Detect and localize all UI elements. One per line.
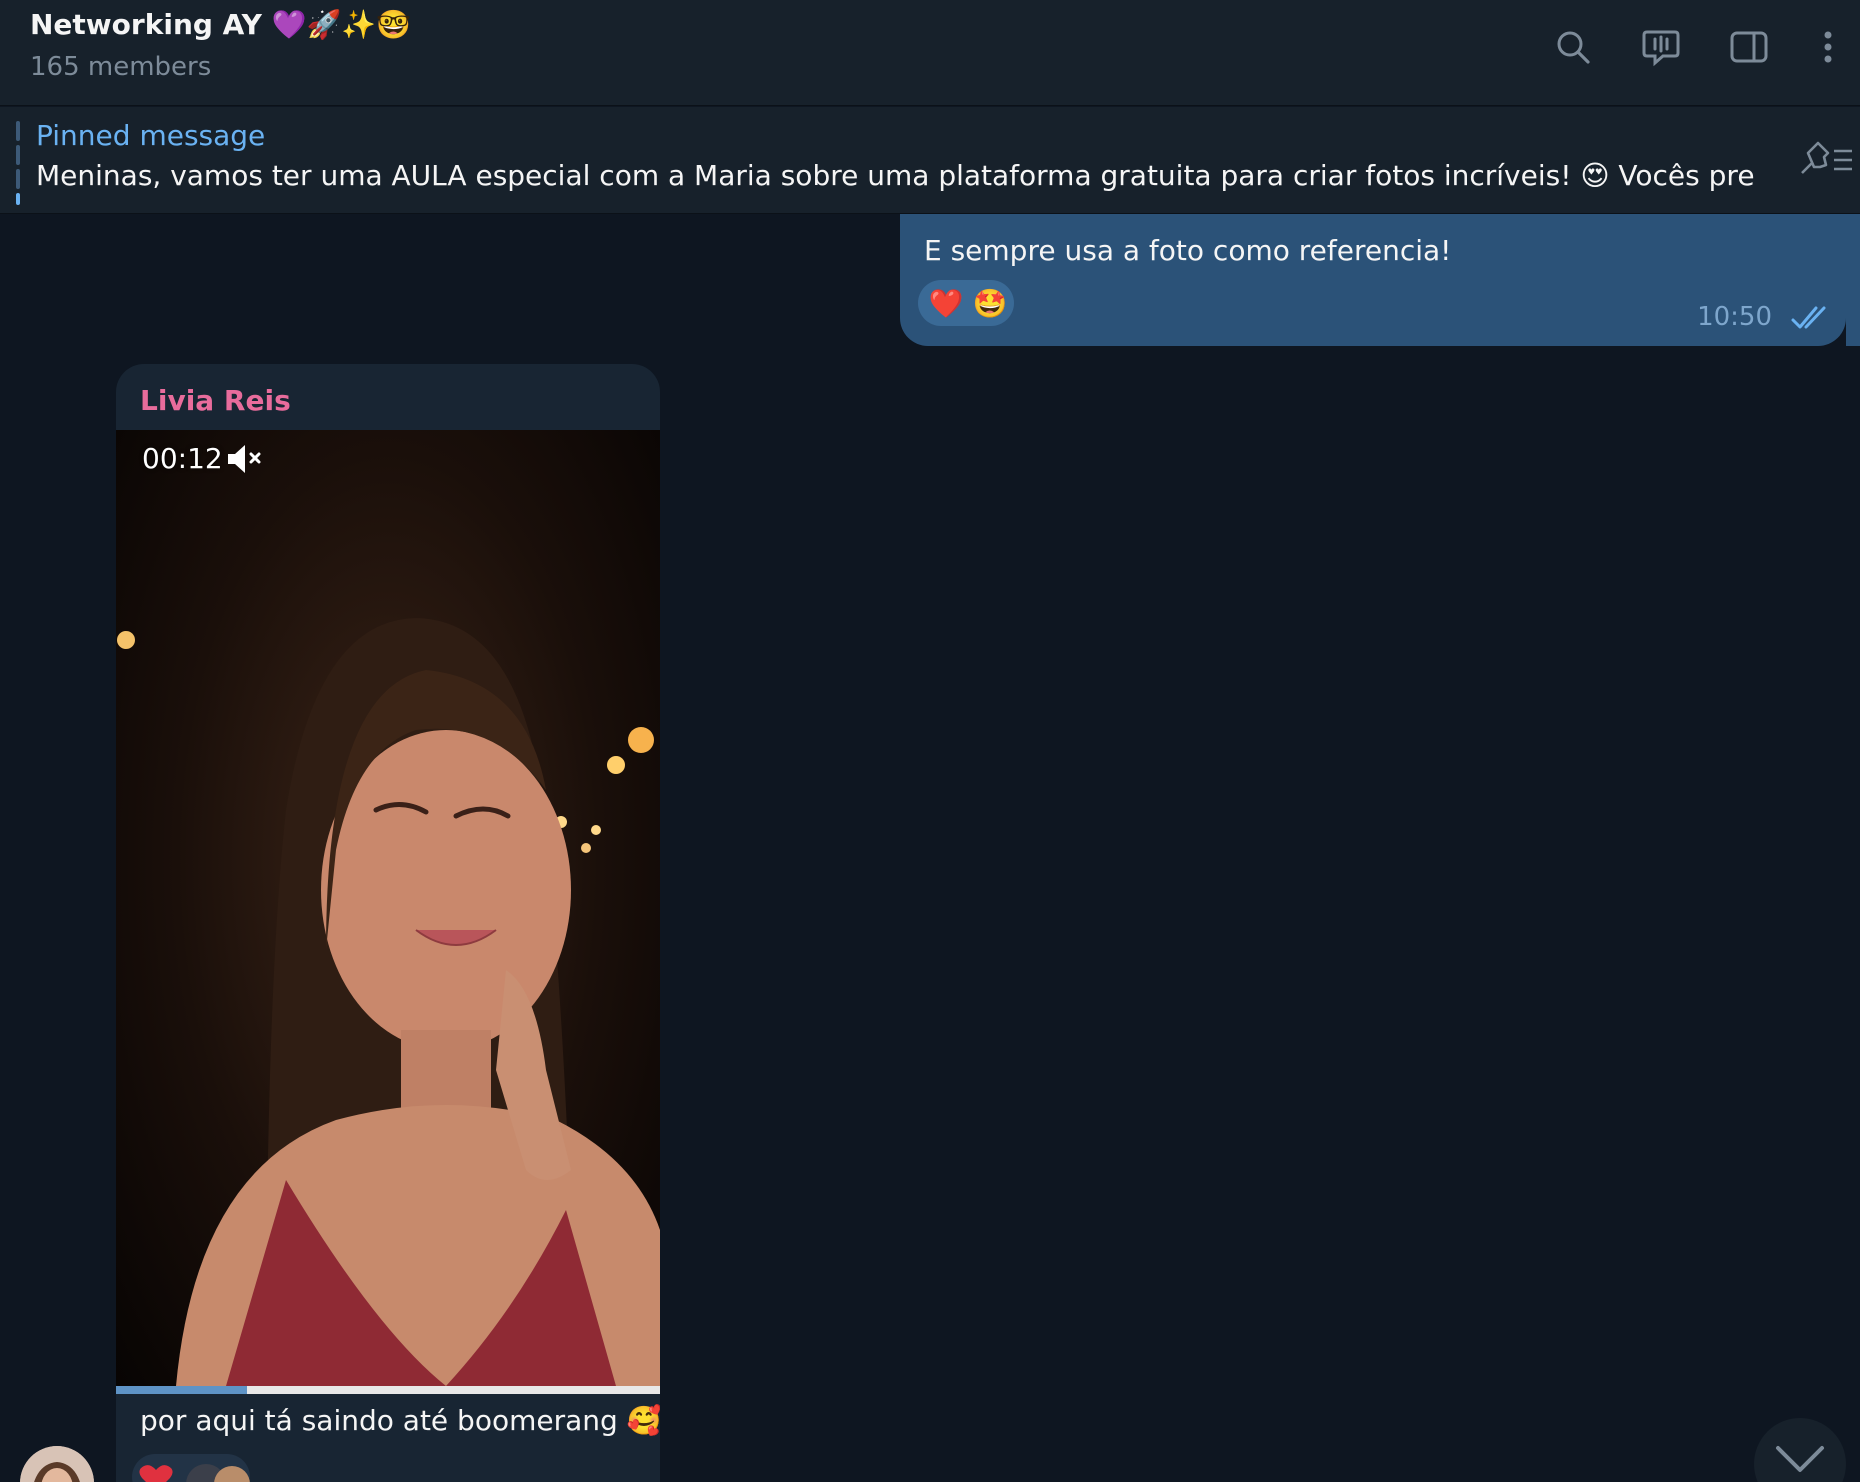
reaction-heart[interactable]: ❤️	[926, 283, 966, 323]
video-progress-fill	[116, 1386, 247, 1394]
member-count: 165 members	[30, 52, 212, 82]
video-progress-bar[interactable]	[116, 1386, 660, 1394]
reactions-bar[interactable]: ❤️ 🤩	[918, 280, 1014, 326]
video-duration: 00:12	[142, 442, 223, 475]
message-text: E sempre usa a foto como referencia!	[924, 234, 1452, 267]
pinned-label: Pinned message	[36, 119, 266, 152]
reaction-star-struck[interactable]: 🤩	[970, 283, 1010, 323]
sender-name[interactable]: Livia Reis	[140, 384, 291, 417]
video-chat-icon[interactable]	[1638, 24, 1684, 70]
more-options-icon[interactable]	[1808, 24, 1848, 70]
avatar[interactable]	[20, 1446, 94, 1482]
video-thumbnail[interactable]: 00:12	[116, 430, 660, 1386]
reaction-avatars	[139, 1464, 250, 1482]
sidebar-toggle-icon[interactable]	[1726, 24, 1772, 70]
portrait-photo	[117, 618, 660, 1386]
outgoing-message[interactable]: E sempre usa a foto como referencia! ❤️ …	[900, 214, 1846, 346]
pinned-text: Meninas, vamos ter uma AULA especial com…	[36, 159, 1756, 192]
pinned-list-icon[interactable]	[1796, 137, 1854, 181]
chevron-down-icon	[1776, 1446, 1824, 1472]
incoming-media-message[interactable]: Livia Reis 00:12 por aqui tá saindo até …	[116, 364, 660, 1482]
media-caption: por aqui tá saindo até boomerang 🥰	[140, 1404, 660, 1437]
chat-header: Networking AY 💜🚀✨🤓 165 members	[0, 0, 1860, 106]
scroll-down-button[interactable]	[1754, 1418, 1846, 1482]
chat-title[interactable]: Networking AY 💜🚀✨🤓	[30, 8, 411, 41]
read-checkmarks-icon	[1791, 306, 1826, 329]
mute-icon[interactable]	[226, 442, 264, 476]
pinned-message-bar[interactable]: Pinned message Meninas, vamos ter uma AU…	[0, 107, 1860, 214]
message-time: 10:50	[1697, 302, 1772, 332]
pinned-indicator	[16, 121, 20, 205]
search-icon[interactable]	[1550, 24, 1596, 70]
reactions-bar[interactable]	[132, 1454, 250, 1482]
bubble-tail	[1846, 214, 1860, 346]
